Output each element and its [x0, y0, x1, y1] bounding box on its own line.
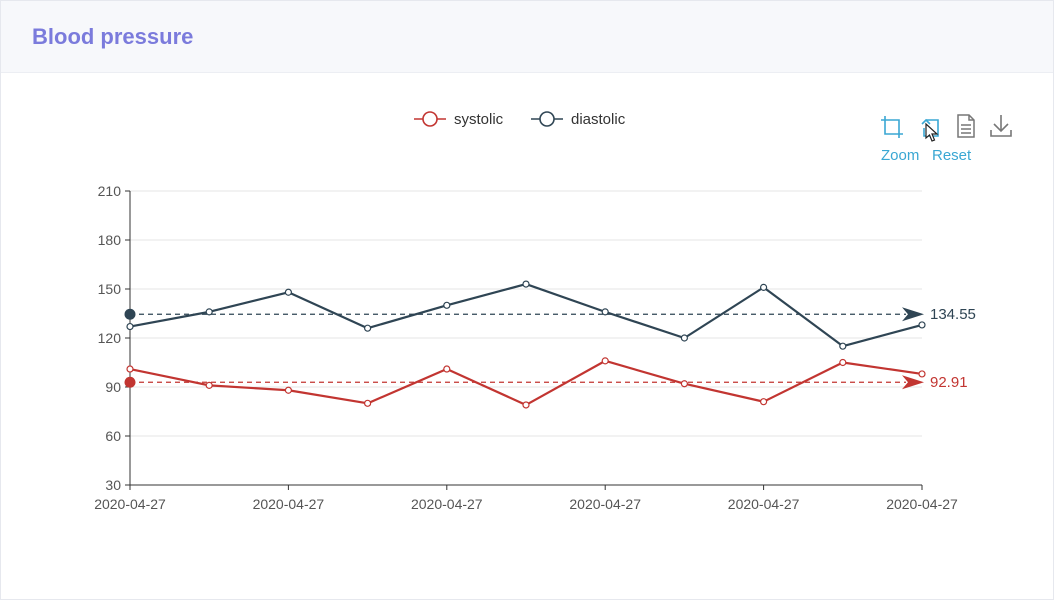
- data-point-diastolic: [522, 280, 530, 288]
- data-point-systolic: [205, 381, 213, 389]
- y-tick-label: 60: [105, 428, 121, 444]
- zoom-label: Zoom: [881, 147, 919, 164]
- y-tick-label: 90: [105, 379, 121, 395]
- x-tick-label: 2020-04-27: [569, 496, 641, 512]
- data-point-systolic: [522, 401, 530, 409]
- x-tick-label: 2020-04-27: [728, 496, 800, 512]
- mark-lines: 92.91 134.55: [124, 306, 976, 391]
- mark-line-label-diastolic: 134.55: [930, 306, 976, 323]
- data-point-diastolic: [284, 288, 292, 296]
- x-tick-label: 2020-04-27: [411, 496, 483, 512]
- mark-line-start-systolic: [124, 376, 136, 388]
- series-lines: [126, 280, 926, 409]
- data-point-systolic: [680, 380, 689, 388]
- data-point-diastolic: [364, 324, 372, 332]
- y-tick-label: 150: [98, 281, 122, 297]
- crop-icon[interactable]: [881, 116, 905, 140]
- y-tick-label: 30: [105, 477, 121, 493]
- reset-label: Reset: [932, 147, 972, 164]
- y-tick-label: 120: [98, 330, 122, 346]
- data-point-diastolic: [839, 342, 847, 350]
- grid-lines: [130, 190, 922, 437]
- download-icon[interactable]: [990, 115, 1012, 137]
- mark-line-start-diastolic: [124, 308, 136, 320]
- legend: systolic diastolic: [414, 111, 626, 128]
- data-point-systolic: [839, 358, 847, 367]
- axes: 30 60 90 120 150 180 210 2020-04-27 2020-04-27 20…: [94, 183, 958, 512]
- data-point-systolic: [364, 399, 372, 407]
- data-point-systolic: [284, 386, 292, 394]
- y-tick-label: 210: [98, 183, 122, 199]
- x-tick-label: 2020-04-27: [94, 496, 166, 512]
- mark-line-label-systolic: 92.91: [930, 374, 968, 391]
- legend-item-diastolic[interactable]: diastolic: [531, 111, 626, 128]
- data-point-diastolic: [443, 301, 451, 309]
- data-point-systolic: [126, 365, 134, 373]
- data-point-diastolic: [759, 283, 768, 291]
- blood-pressure-chart: 30 60 90 120 150 180 210 2020-04-27 2020-04-27 20…: [94, 111, 1012, 512]
- x-tick-label: 2020-04-27: [253, 496, 325, 512]
- data-point-diastolic: [126, 322, 134, 331]
- data-point-diastolic: [601, 308, 609, 316]
- series-line-diastolic: [129, 283, 923, 348]
- x-tick-label: 2020-04-27: [886, 496, 958, 512]
- data-point-diastolic: [918, 321, 926, 329]
- series-line-systolic: [129, 359, 923, 407]
- data-point-systolic: [759, 398, 768, 406]
- data-point-systolic: [443, 365, 451, 373]
- legend-label: systolic: [454, 111, 504, 128]
- legend-marker: [422, 111, 438, 127]
- document-icon[interactable]: [957, 114, 975, 138]
- data-point-systolic: [918, 370, 926, 378]
- data-point-diastolic: [680, 334, 689, 342]
- toolbox: Zoom Reset: [881, 114, 1012, 164]
- legend-item-systolic[interactable]: systolic: [414, 111, 504, 128]
- legend-marker: [539, 111, 555, 127]
- y-tick-label: 180: [98, 232, 122, 248]
- data-point-diastolic: [205, 308, 213, 316]
- legend-label: diastolic: [571, 111, 626, 128]
- data-point-systolic: [601, 357, 609, 365]
